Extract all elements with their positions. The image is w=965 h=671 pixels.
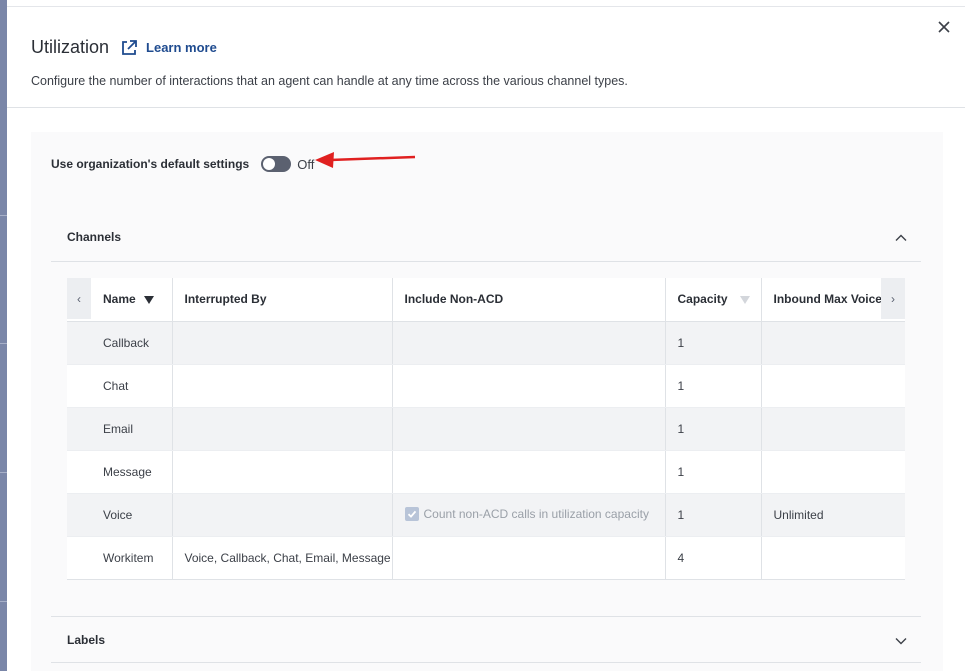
learn-more-link[interactable]: Learn more — [146, 40, 217, 55]
default-settings-row: Use organization's default settings Off — [51, 156, 314, 172]
cell-interrupted-by[interactable] — [172, 364, 393, 408]
table-row: Message 1 — [67, 450, 905, 494]
close-icon[interactable] — [937, 20, 951, 34]
labels-section-label: Labels — [67, 633, 106, 647]
cell-include-non-acd[interactable] — [392, 450, 666, 494]
cell-inbound-max-voice[interactable] — [761, 364, 905, 408]
page-title: Utilization — [31, 37, 110, 57]
cell-include-non-acd[interactable]: Count non-ACD calls in utilization capac… — [392, 493, 666, 537]
channels-section-label: Channels — [67, 230, 122, 244]
cell-capacity[interactable]: 1 — [665, 321, 762, 365]
background-page-strip — [0, 0, 7, 671]
default-settings-label: Use organization's default settings — [51, 157, 250, 171]
table-row: Chat 1 — [67, 364, 905, 408]
channels-table: Name Interrupted By Include Non-ACD Capa… — [67, 278, 905, 580]
cell-include-non-acd[interactable] — [392, 407, 666, 451]
default-settings-toggle[interactable] — [261, 156, 292, 172]
column-header-include-non-acd[interactable]: Include Non-ACD — [392, 278, 666, 322]
cell-capacity[interactable]: 1 — [665, 364, 762, 408]
chevron-up-icon[interactable] — [895, 232, 907, 244]
channels-section-header[interactable]: Channels — [51, 214, 921, 262]
cell-interrupted-by[interactable] — [172, 321, 393, 365]
checkmark-icon — [404, 507, 419, 521]
table-row: Voice Count non-ACD calls in utilization… — [67, 493, 905, 537]
chevron-down-icon[interactable] — [895, 635, 907, 647]
cell-capacity[interactable]: 4 — [665, 536, 762, 579]
chevron-right-icon: › — [891, 291, 895, 306]
cell-capacity[interactable]: 1 — [665, 450, 762, 494]
cell-name: Email — [67, 407, 173, 451]
sort-icon[interactable] — [739, 296, 750, 305]
cell-name: Workitem — [67, 536, 173, 579]
external-link-icon[interactable] — [120, 39, 138, 57]
cell-interrupted-by[interactable] — [172, 493, 393, 537]
cell-inbound-max-voice[interactable]: Unlimited — [761, 493, 905, 537]
title-row: Utilization Learn more — [31, 37, 217, 58]
cell-name: Message — [67, 450, 173, 494]
cell-include-non-acd[interactable] — [392, 364, 666, 408]
table-row: Email 1 — [67, 407, 905, 451]
cell-include-non-acd[interactable] — [392, 321, 666, 365]
chevron-left-icon: ‹ — [77, 291, 81, 306]
scroll-left-button[interactable]: ‹ — [67, 278, 91, 319]
cell-capacity[interactable]: 1 — [665, 407, 762, 451]
cell-inbound-max-voice[interactable] — [761, 321, 905, 365]
cell-interrupted-by[interactable] — [172, 407, 393, 451]
non-acd-checkbox[interactable]: Count non-ACD calls in utilization capac… — [404, 507, 649, 521]
scroll-right-button[interactable]: › — [881, 278, 905, 319]
cell-inbound-max-voice[interactable] — [761, 407, 905, 451]
labels-section-header[interactable]: Labels — [51, 616, 921, 663]
cell-name: Voice — [67, 493, 173, 537]
table-row: Callback 1 — [67, 321, 905, 365]
table-row: Workitem Voice, Callback, Chat, Email, M… — [67, 536, 905, 579]
cell-interrupted-by[interactable] — [172, 450, 393, 494]
cell-interrupted-by[interactable]: Voice, Callback, Chat, Email, Message — [172, 536, 393, 579]
annotation-arrow-icon — [315, 152, 416, 168]
cell-include-non-acd[interactable] — [392, 536, 666, 579]
toggle-knob — [263, 158, 276, 170]
column-header-capacity[interactable]: Capacity — [665, 278, 762, 322]
cell-inbound-max-voice[interactable] — [761, 450, 905, 494]
cell-name: Callback — [67, 321, 173, 365]
cell-capacity[interactable]: 1 — [665, 493, 762, 537]
utilization-panel: Use organization's default settings Off … — [31, 132, 943, 671]
page-subtitle: Configure the number of interactions tha… — [31, 74, 628, 88]
sort-descending-icon[interactable] — [143, 296, 154, 305]
column-header-interrupted-by[interactable]: Interrupted By — [172, 278, 393, 322]
cell-inbound-max-voice[interactable] — [761, 536, 905, 579]
non-acd-checkbox-label: Count non-ACD calls in utilization capac… — [423, 507, 649, 521]
modal-header: Utilization Learn more Configure the num… — [7, 7, 965, 108]
toggle-state-label: Off — [297, 156, 315, 172]
cell-name: Chat — [67, 364, 173, 408]
